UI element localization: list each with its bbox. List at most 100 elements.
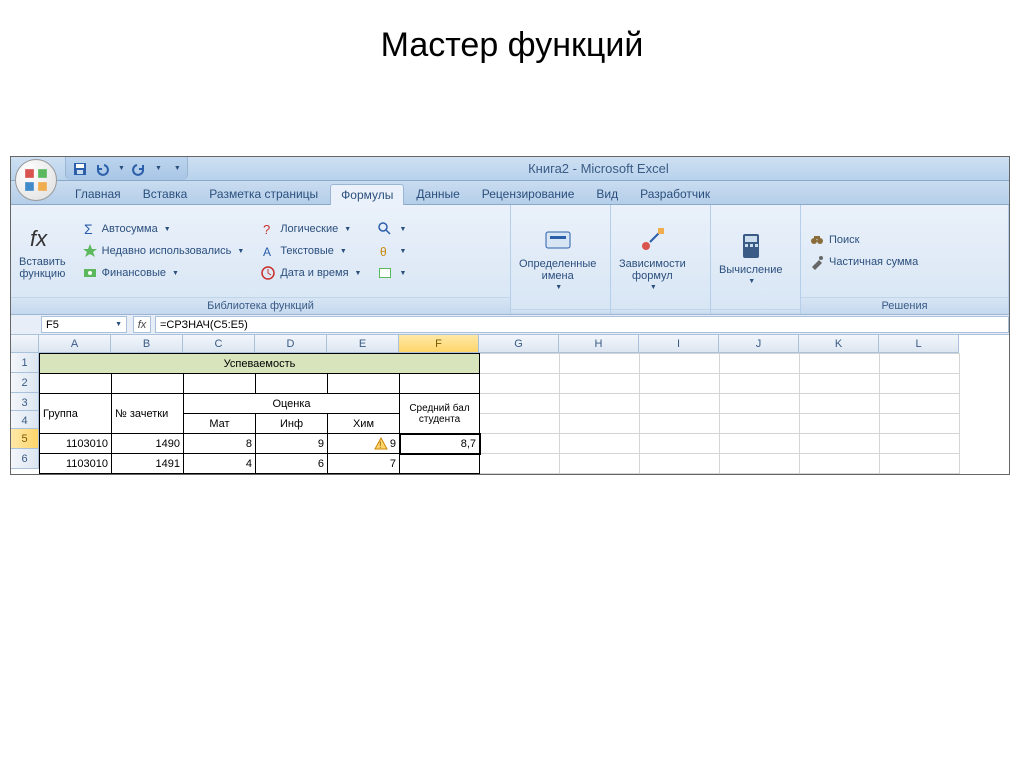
math-button[interactable]: θ▼ [375, 242, 408, 260]
cell-hdr-grade[interactable]: Оценка [184, 394, 400, 414]
cell[interactable] [480, 394, 560, 414]
cell[interactable]: 8 [184, 434, 256, 454]
cell[interactable]: 1103010 [40, 454, 112, 474]
cell[interactable] [880, 394, 960, 414]
cell[interactable]: 7 [328, 454, 400, 474]
cell[interactable] [720, 374, 800, 394]
insert-function-button[interactable]: fx Вставить функцию [11, 205, 74, 297]
cell[interactable] [640, 434, 720, 454]
cell[interactable] [640, 374, 720, 394]
datetime-button[interactable]: Дата и время▼ [258, 264, 363, 282]
tab-formulas[interactable]: Формулы [330, 184, 404, 205]
cell[interactable] [480, 434, 560, 454]
cell[interactable] [720, 354, 800, 374]
partial-sum-button[interactable]: Частичная сумма [807, 253, 920, 271]
cell-hdr-avg[interactable]: Средний бал студента [400, 394, 480, 434]
cell[interactable]: 1491 [112, 454, 184, 474]
chevron-down-icon[interactable]: ▼ [115, 321, 122, 328]
cell[interactable]: 9 [256, 434, 328, 454]
tab-view[interactable]: Вид [586, 184, 628, 204]
cell[interactable] [480, 374, 560, 394]
column-header-G[interactable]: G [479, 335, 559, 353]
cell[interactable] [880, 414, 960, 434]
cell-hdr-mat[interactable]: Мат [184, 414, 256, 434]
cell[interactable] [880, 454, 960, 474]
cell[interactable] [720, 454, 800, 474]
select-all-corner[interactable] [11, 335, 39, 353]
row-header-1[interactable]: 1 [11, 353, 39, 373]
cell[interactable]: !9 [328, 434, 400, 454]
cell[interactable] [720, 434, 800, 454]
cell[interactable] [720, 394, 800, 414]
tab-home[interactable]: Главная [65, 184, 131, 204]
cell[interactable] [480, 414, 560, 434]
cell[interactable]: 1490 [112, 434, 184, 454]
cell[interactable] [560, 434, 640, 454]
undo-dropdown-icon[interactable]: ▼ [118, 165, 125, 172]
cell[interactable] [880, 374, 960, 394]
cell[interactable] [40, 374, 112, 394]
qat-customize-icon[interactable]: ▼ [174, 165, 181, 172]
solver-search-button[interactable]: Поиск [807, 231, 920, 249]
cell[interactable]: 4 [184, 454, 256, 474]
cell[interactable] [560, 454, 640, 474]
spreadsheet-grid[interactable]: ABCDEFGHIJKL 1 2 3 4 5 6 Успеваемость [11, 335, 1009, 474]
tab-developer[interactable]: Разработчик [630, 184, 720, 204]
autosum-button[interactable]: ΣАвтосумма▼ [80, 220, 247, 238]
cell[interactable]: 6 [256, 454, 328, 474]
row-header-6[interactable]: 6 [11, 449, 39, 469]
formula-auditing-button[interactable]: Зависимости формул▼ [611, 205, 694, 309]
cell[interactable] [720, 414, 800, 434]
redo-dropdown-icon[interactable]: ▼ [155, 165, 162, 172]
active-cell[interactable]: 8,7 [400, 434, 480, 454]
row-header-4[interactable]: 4 [11, 411, 39, 429]
row-header-2[interactable]: 2 [11, 373, 39, 393]
cell[interactable] [640, 394, 720, 414]
cell[interactable] [880, 354, 960, 374]
undo-icon[interactable] [94, 161, 110, 177]
column-header-A[interactable]: A [39, 335, 111, 353]
cell[interactable] [640, 454, 720, 474]
cell[interactable] [800, 394, 880, 414]
column-header-H[interactable]: H [559, 335, 639, 353]
save-icon[interactable] [72, 161, 88, 177]
redo-icon[interactable] [131, 161, 147, 177]
cell-hdr-inf[interactable]: Инф [256, 414, 328, 434]
cell[interactable] [560, 374, 640, 394]
more-functions-button[interactable]: ▼ [375, 264, 408, 282]
recent-button[interactable]: Недавно использовались▼ [80, 242, 247, 260]
column-header-F[interactable]: F [399, 335, 479, 353]
tab-review[interactable]: Рецензирование [472, 184, 585, 204]
cell[interactable] [560, 414, 640, 434]
column-header-L[interactable]: L [879, 335, 959, 353]
cell-hdr-group[interactable]: Группа [40, 394, 112, 434]
cell[interactable] [560, 354, 640, 374]
cell[interactable] [800, 434, 880, 454]
cell[interactable] [480, 454, 560, 474]
warning-icon[interactable]: ! [374, 437, 388, 451]
financial-button[interactable]: Финансовые▼ [80, 264, 247, 282]
column-header-E[interactable]: E [327, 335, 399, 353]
name-box[interactable]: F5 ▼ [41, 316, 127, 333]
fx-button[interactable]: fx [133, 316, 151, 333]
tab-data[interactable]: Данные [406, 184, 469, 204]
cell[interactable] [480, 354, 560, 374]
column-header-C[interactable]: C [183, 335, 255, 353]
cell[interactable] [560, 394, 640, 414]
row-header-5[interactable]: 5 [11, 429, 39, 449]
cell[interactable] [800, 354, 880, 374]
defined-names-button[interactable]: Определенные имена▼ [511, 205, 604, 309]
tab-page-layout[interactable]: Разметка страницы [199, 184, 328, 204]
lookup-button[interactable]: ▼ [375, 220, 408, 238]
column-header-B[interactable]: B [111, 335, 183, 353]
text-button[interactable]: AТекстовые▼ [258, 242, 363, 260]
cell-hdr-zach[interactable]: № зачетки [112, 394, 184, 434]
cell[interactable]: 1103010 [40, 434, 112, 454]
column-header-K[interactable]: K [799, 335, 879, 353]
formula-input[interactable]: =СРЗНАЧ(C5:E5) [155, 316, 1009, 333]
cell-hdr-him[interactable]: Хим [328, 414, 400, 434]
cell[interactable] [800, 374, 880, 394]
cell[interactable] [184, 374, 256, 394]
column-header-I[interactable]: I [639, 335, 719, 353]
row-header-3[interactable]: 3 [11, 393, 39, 411]
